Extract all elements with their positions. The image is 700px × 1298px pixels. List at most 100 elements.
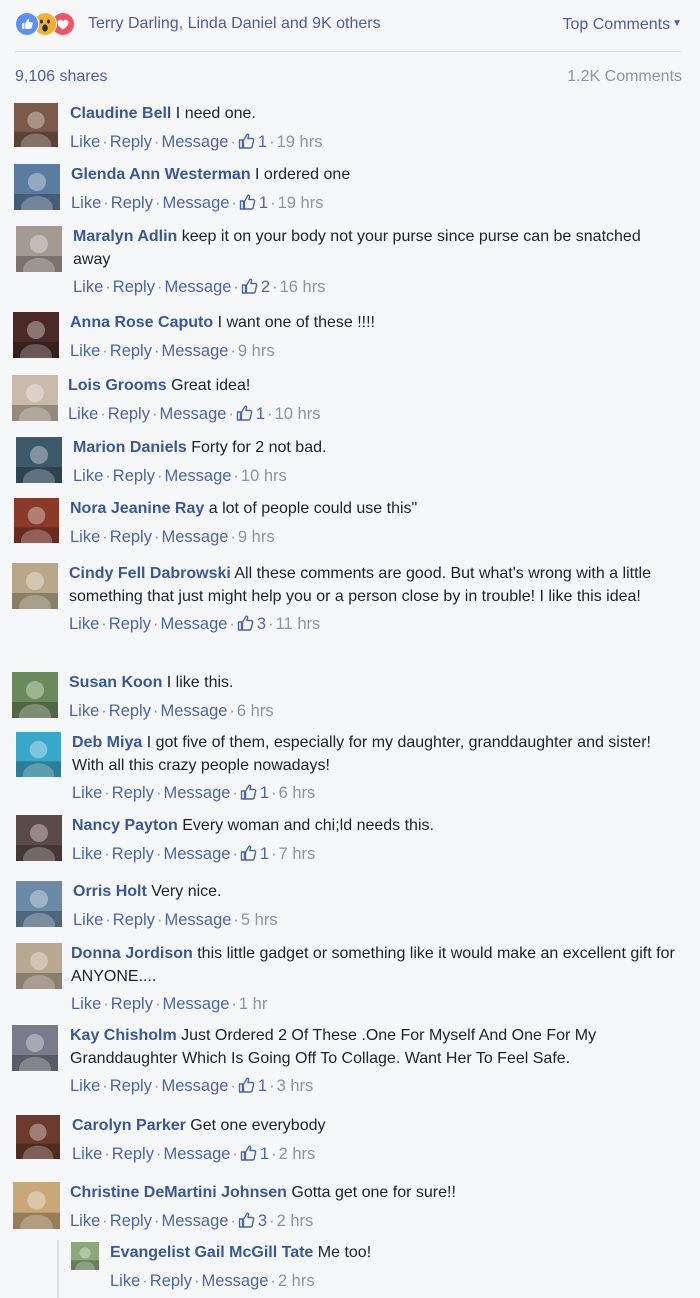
message-link[interactable]: Message <box>160 615 227 633</box>
commenter-name[interactable]: Anna Rose Caputo <box>70 314 213 331</box>
like-count[interactable]: 1 <box>239 194 268 212</box>
message-link[interactable]: Message <box>162 194 229 212</box>
comment-timestamp[interactable]: 2 hrs <box>278 1272 315 1290</box>
message-link[interactable]: Message <box>164 911 231 929</box>
comment-timestamp[interactable]: 9 hrs <box>238 528 275 546</box>
reply-link[interactable]: Reply <box>111 995 153 1013</box>
commenter-name[interactable]: Marion Daniels <box>73 439 187 456</box>
message-link[interactable]: Message <box>161 528 228 546</box>
commenter-name[interactable]: Orris Holt <box>73 883 147 900</box>
like-link[interactable]: Like <box>73 278 103 296</box>
avatar[interactable] <box>13 1182 60 1229</box>
commenter-name[interactable]: Donna Jordison <box>71 945 193 962</box>
commenter-name[interactable]: Susan Koon <box>69 674 162 691</box>
message-link[interactable]: Message <box>164 467 231 485</box>
shares-count[interactable]: 9,106 shares <box>15 68 108 86</box>
comment-timestamp[interactable]: 11 hrs <box>276 615 321 633</box>
reply-link[interactable]: Reply <box>110 1077 152 1095</box>
reply-link[interactable]: Reply <box>113 278 155 296</box>
like-link[interactable]: Like <box>71 194 101 212</box>
avatar[interactable] <box>12 563 58 609</box>
reply-link[interactable]: Reply <box>108 405 150 423</box>
commenter-name[interactable]: Nora Jeanine Ray <box>70 500 204 517</box>
reply-link[interactable]: Reply <box>110 133 152 151</box>
reaction-names[interactable]: Terry Darling, Linda Daniel and 9K other… <box>88 15 381 33</box>
comments-count[interactable]: 1.2K Comments <box>567 68 682 86</box>
message-link[interactable]: Message <box>163 1145 230 1163</box>
avatar[interactable] <box>12 672 58 718</box>
message-link[interactable]: Message <box>159 405 226 423</box>
like-link[interactable]: Like <box>70 342 100 360</box>
commenter-name[interactable]: Carolyn Parker <box>72 1117 186 1134</box>
like-link[interactable]: Like <box>73 911 103 929</box>
like-count[interactable]: 1 <box>240 784 269 802</box>
avatar[interactable] <box>16 226 62 272</box>
message-link[interactable]: Message <box>161 342 228 360</box>
comment-timestamp[interactable]: 10 hrs <box>241 467 287 485</box>
like-link[interactable]: Like <box>110 1272 140 1290</box>
comment-timestamp[interactable]: 2 hrs <box>279 1145 316 1163</box>
comment-timestamp[interactable]: 1 hr <box>239 995 267 1013</box>
like-count[interactable]: 1 <box>238 1077 267 1095</box>
avatar[interactable] <box>16 881 62 927</box>
reply-link[interactable]: Reply <box>113 467 155 485</box>
avatar[interactable] <box>14 164 60 210</box>
avatar[interactable] <box>71 1242 99 1270</box>
reactions-summary[interactable]: Terry Darling, Linda Daniel and 9K other… <box>15 11 682 37</box>
top-comments-dropdown[interactable]: Top Comments ▼ <box>563 16 683 34</box>
reply-link[interactable]: Reply <box>112 845 154 863</box>
like-count[interactable]: 1 <box>240 1145 269 1163</box>
comment-timestamp[interactable]: 7 hrs <box>279 845 316 863</box>
like-link[interactable]: Like <box>69 615 99 633</box>
comment-timestamp[interactable]: 6 hrs <box>237 702 274 720</box>
like-count[interactable]: 3 <box>238 1212 267 1230</box>
comment-timestamp[interactable]: 6 hrs <box>279 784 316 802</box>
like-link[interactable]: Like <box>71 995 101 1013</box>
like-link[interactable]: Like <box>72 845 102 863</box>
like-link[interactable]: Like <box>70 1077 100 1095</box>
like-count[interactable]: 1 <box>240 845 269 863</box>
avatar[interactable] <box>12 1025 58 1071</box>
reply-link[interactable]: Reply <box>112 1145 154 1163</box>
comment-timestamp[interactable]: 16 hrs <box>280 278 326 296</box>
comment-timestamp[interactable]: 19 hrs <box>277 133 323 151</box>
avatar[interactable] <box>13 312 59 358</box>
reply-link[interactable]: Reply <box>109 702 151 720</box>
avatar[interactable] <box>12 375 58 421</box>
commenter-name[interactable]: Christine DeMartini Johnsen <box>70 1184 287 1201</box>
like-count[interactable]: 2 <box>241 278 270 296</box>
avatar[interactable] <box>16 732 61 777</box>
reply-link[interactable]: Reply <box>110 342 152 360</box>
message-link[interactable]: Message <box>161 133 228 151</box>
reply-link[interactable]: Reply <box>111 194 153 212</box>
comment-timestamp[interactable]: 3 hrs <box>277 1077 314 1095</box>
commenter-name[interactable]: Claudine Bell <box>70 105 171 122</box>
avatar[interactable] <box>14 103 58 147</box>
message-link[interactable]: Message <box>163 784 230 802</box>
comment-timestamp[interactable]: 2 hrs <box>277 1212 314 1230</box>
commenter-name[interactable]: Maralyn Adlin <box>73 228 177 245</box>
commenter-name[interactable]: Glenda Ann Westerman <box>71 166 251 183</box>
like-link[interactable]: Like <box>73 467 103 485</box>
like-link[interactable]: Like <box>72 784 102 802</box>
reply-link[interactable]: Reply <box>110 1212 152 1230</box>
avatar[interactable] <box>16 815 62 861</box>
like-link[interactable]: Like <box>70 528 100 546</box>
message-link[interactable]: Message <box>164 278 231 296</box>
comment-timestamp[interactable]: 10 hrs <box>275 405 321 423</box>
like-count[interactable]: 3 <box>237 615 266 633</box>
message-link[interactable]: Message <box>201 1272 268 1290</box>
avatar[interactable] <box>14 498 59 543</box>
like-link[interactable]: Like <box>68 405 98 423</box>
commenter-name[interactable]: Deb Miya <box>72 734 142 751</box>
comment-timestamp[interactable]: 19 hrs <box>278 194 324 212</box>
avatar[interactable] <box>16 1115 60 1159</box>
reply-link[interactable]: Reply <box>150 1272 192 1290</box>
message-link[interactable]: Message <box>160 702 227 720</box>
commenter-name[interactable]: Nancy Payton <box>72 817 178 834</box>
comment-timestamp[interactable]: 5 hrs <box>241 911 278 929</box>
message-link[interactable]: Message <box>161 1212 228 1230</box>
like-link[interactable]: Like <box>70 1212 100 1230</box>
message-link[interactable]: Message <box>161 1077 228 1095</box>
commenter-name[interactable]: Kay Chisholm <box>70 1027 177 1044</box>
